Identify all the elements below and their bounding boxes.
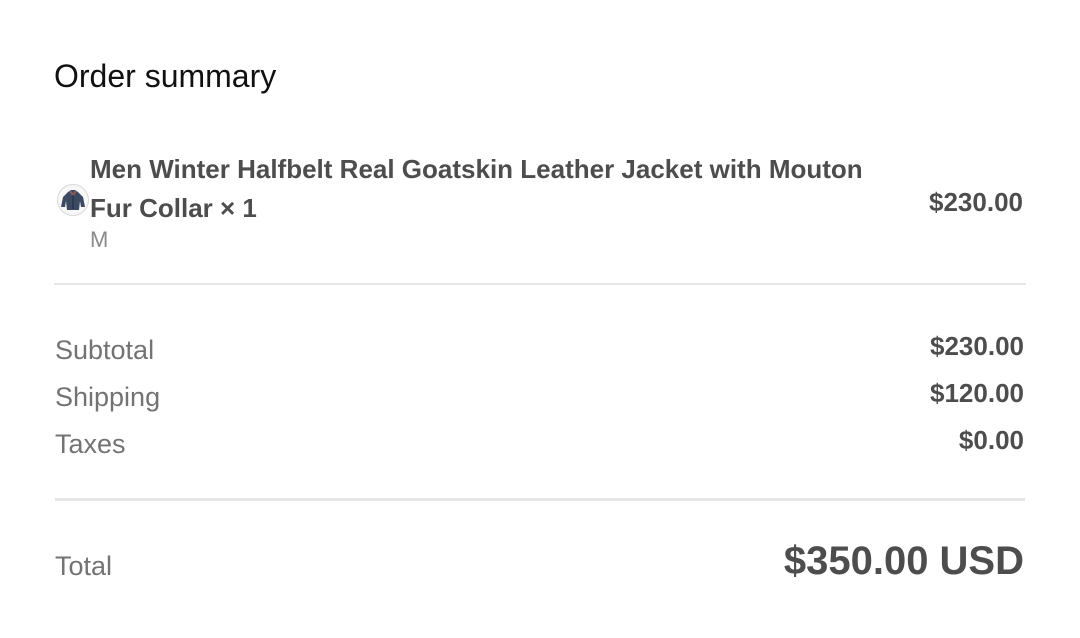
jacket-thumbnail-icon (57, 184, 89, 216)
shipping-label: Shipping (55, 382, 161, 412)
line-item: Men Winter Halfbelt Real Goatskin Leathe… (54, 150, 1026, 260)
shipping-row: Shipping $120.00 (55, 378, 1024, 412)
divider (54, 283, 1026, 285)
total-label: Total (55, 551, 113, 581)
total-divider (55, 498, 1025, 501)
order-summary-title: Order summary (54, 58, 277, 94)
line-item-price: $230.00 (929, 187, 1023, 217)
subtotal-value: $230.00 (930, 331, 1024, 361)
subtotal-label: Subtotal (55, 335, 155, 365)
order-summary: Order summary Men Winter Halfbelt Real G… (54, 0, 1026, 638)
taxes-row: Taxes $0.00 (55, 425, 1024, 459)
total-value: $350.00 USD (783, 539, 1024, 583)
line-item-name: Men Winter Halfbelt Real Goatskin Leathe… (90, 154, 863, 223)
taxes-value: $0.00 (958, 425, 1024, 455)
shipping-value: $120.00 (930, 378, 1024, 408)
taxes-label: Taxes (55, 429, 126, 459)
subtotal-row: Subtotal $230.00 (55, 331, 1024, 365)
line-item-variant: M (90, 227, 109, 252)
